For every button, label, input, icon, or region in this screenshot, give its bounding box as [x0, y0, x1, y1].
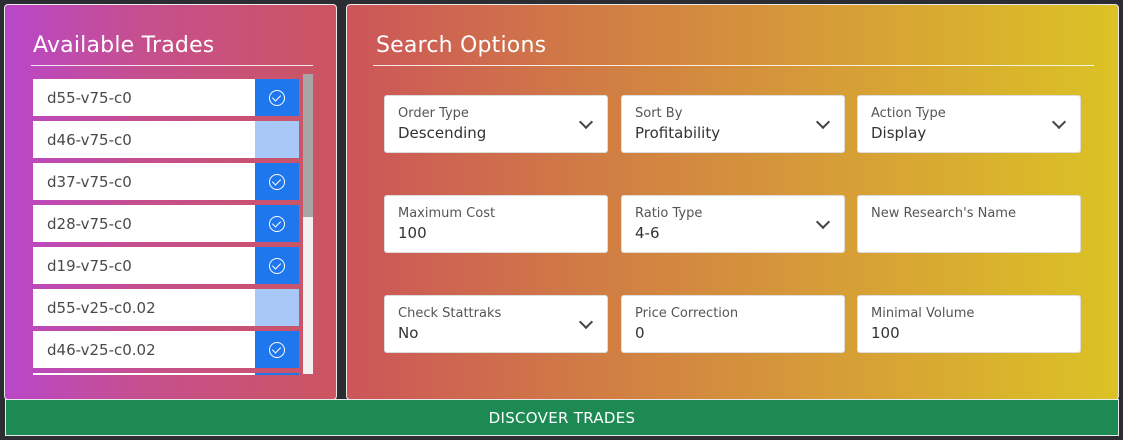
- field-label: Price Correction: [635, 306, 739, 321]
- trade-name: d46-v75-c0: [33, 121, 255, 158]
- maximum-cost-input[interactable]: Maximum Cost 100: [384, 195, 608, 253]
- trade-name: d55-v75-c0: [33, 79, 255, 116]
- available-trades-panel: Available Trades d55-v75-c0 d46-v75-c0 d…: [4, 4, 337, 400]
- check-circle-icon: [269, 215, 285, 232]
- trade-list-scrollbar[interactable]: [303, 74, 313, 374]
- field-value: Descending: [398, 124, 487, 142]
- trade-toggle[interactable]: [255, 289, 299, 326]
- action-type-select[interactable]: Action Type Display: [857, 95, 1081, 153]
- trade-toggle[interactable]: [255, 331, 299, 368]
- trade-toggle[interactable]: [255, 247, 299, 284]
- trade-item[interactable]: d55-v25-c0.02: [33, 289, 299, 326]
- field-value: Profitability: [635, 124, 721, 142]
- trade-item[interactable]: d37-v75-c0: [33, 163, 299, 200]
- field-label: Minimal Volume: [871, 306, 975, 321]
- check-circle-icon: [269, 257, 285, 274]
- chevron-down-icon: [1051, 114, 1067, 130]
- trade-name: d55-v25-c0.02: [33, 289, 255, 326]
- trade-item[interactable]: d28-v75-c0: [33, 205, 299, 242]
- trade-list[interactable]: d55-v75-c0 d46-v75-c0 d37-v75-c0 d28-v75…: [33, 79, 304, 375]
- field-value: 100: [871, 324, 900, 342]
- trade-item[interactable]: d19-v75-c0: [33, 247, 299, 284]
- trade-name: d19-v75-c0: [33, 247, 255, 284]
- discover-trades-button[interactable]: DISCOVER TRADES: [5, 399, 1119, 436]
- chevron-down-icon: [815, 114, 831, 130]
- ratio-type-select[interactable]: Ratio Type 4-6: [621, 195, 845, 253]
- trade-name: d37-v75-c0: [33, 163, 255, 200]
- field-value: Display: [871, 124, 927, 142]
- field-value: 100: [398, 224, 427, 242]
- chevron-down-icon: [578, 314, 594, 330]
- field-value: 4-6: [635, 224, 660, 242]
- new-research-name-input[interactable]: New Research's Name: [857, 195, 1081, 253]
- search-options-title: Search Options: [376, 33, 547, 58]
- trade-name: d28-v75-c0: [33, 205, 255, 242]
- trade-toggle[interactable]: [255, 121, 299, 158]
- scrollbar-thumb[interactable]: [303, 74, 313, 217]
- trade-item[interactable]: d55-v75-c0: [33, 79, 299, 116]
- trade-toggle[interactable]: [255, 163, 299, 200]
- trade-item-partial[interactable]: [33, 373, 299, 375]
- available-trades-title: Available Trades: [33, 33, 215, 58]
- field-label: Maximum Cost: [398, 206, 496, 221]
- check-stattraks-select[interactable]: Check Stattraks No: [384, 295, 608, 353]
- field-label: New Research's Name: [871, 206, 1016, 221]
- price-correction-input[interactable]: Price Correction 0: [621, 295, 845, 353]
- trade-name: d46-v25-c0.02: [33, 331, 255, 368]
- field-label: Action Type: [871, 106, 946, 121]
- trade-item[interactable]: d46-v75-c0: [33, 121, 299, 158]
- field-value: 0: [635, 324, 645, 342]
- check-circle-icon: [269, 89, 285, 106]
- trade-toggle[interactable]: [255, 205, 299, 242]
- search-options-panel: Search Options Order Type Descending Sor…: [346, 4, 1119, 400]
- title-divider: [31, 65, 313, 66]
- check-circle-icon: [269, 341, 285, 358]
- minimal-volume-input[interactable]: Minimal Volume 100: [857, 295, 1081, 353]
- trade-item[interactable]: d46-v25-c0.02: [33, 331, 299, 368]
- trade-toggle[interactable]: [255, 373, 299, 375]
- trade-toggle[interactable]: [255, 79, 299, 116]
- check-circle-icon: [269, 173, 285, 190]
- field-value: No: [398, 324, 419, 342]
- title-divider: [373, 65, 1094, 66]
- field-label: Ratio Type: [635, 206, 703, 221]
- sort-by-select[interactable]: Sort By Profitability: [621, 95, 845, 153]
- field-label: Order Type: [398, 106, 469, 121]
- trade-name: [33, 373, 255, 375]
- field-label: Sort By: [635, 106, 683, 121]
- field-label: Check Stattraks: [398, 306, 502, 321]
- chevron-down-icon: [578, 114, 594, 130]
- chevron-down-icon: [815, 214, 831, 230]
- order-type-select[interactable]: Order Type Descending: [384, 95, 608, 153]
